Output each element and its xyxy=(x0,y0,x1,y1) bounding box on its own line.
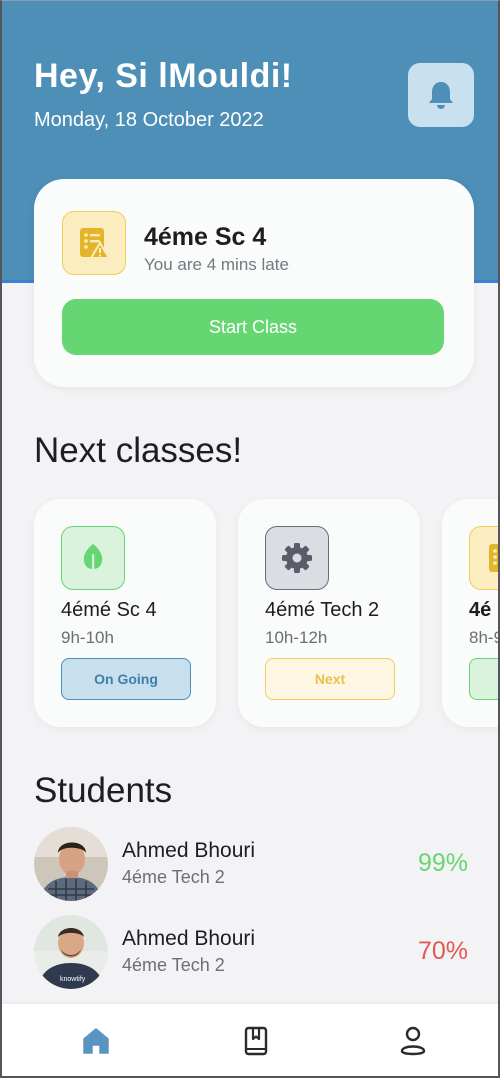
student-class: 4éme Tech 2 xyxy=(122,955,225,975)
nav-home[interactable] xyxy=(79,1024,113,1058)
date-label: Monday, 18 October 2022 xyxy=(34,109,264,131)
current-class-status: You are 4 mins late xyxy=(144,255,289,274)
class-time: 8h-9 xyxy=(469,628,500,647)
class-name: 4é xyxy=(469,599,492,621)
status-badge: On Going xyxy=(61,658,191,700)
class-time: 9h-10h xyxy=(61,628,114,647)
current-class-icon-box xyxy=(62,211,126,275)
student-row[interactable]: Ahmed Bhouri 4éme Tech 2 99% xyxy=(34,827,474,903)
avatar xyxy=(34,827,108,901)
student-score: 70% xyxy=(417,937,468,965)
greeting-title: Hey, Si lMouldi! xyxy=(34,57,293,95)
app-screen: Hey, Si lMouldi! Monday, 18 October 2022… xyxy=(0,0,500,1078)
nav-profile[interactable] xyxy=(396,1024,430,1058)
class-time: 10h-12h xyxy=(265,628,328,647)
students-title: Students xyxy=(34,771,173,810)
current-class-card: 4éme Sc 4 You are 4 mins late Start Clas… xyxy=(34,179,474,387)
current-class-title: 4éme Sc 4 xyxy=(144,223,267,251)
bell-icon xyxy=(429,82,453,109)
bottom-nav xyxy=(2,1004,498,1076)
svg-text:knowtify: knowtify xyxy=(60,976,86,983)
gear-icon xyxy=(282,543,312,573)
home-icon xyxy=(83,1028,109,1054)
notification-button[interactable] xyxy=(408,63,474,127)
student-row[interactable]: knowtify Ahmed Bhouri 4éme Tech 2 70% xyxy=(34,915,474,991)
class-name: 4émé Tech 2 xyxy=(265,599,380,621)
start-class-button[interactable]: Start Class xyxy=(62,299,444,355)
next-classes-title: Next classes! xyxy=(34,431,243,470)
student-name: Ahmed Bhouri xyxy=(122,927,256,950)
checklist-warning-icon xyxy=(80,228,111,259)
class-icon-box xyxy=(265,526,329,590)
class-icon-box xyxy=(61,526,125,590)
profile-icon xyxy=(400,1026,426,1056)
class-name: 4émé Sc 4 xyxy=(61,599,157,621)
student-name: Ahmed Bhouri xyxy=(122,839,256,862)
class-icon-box xyxy=(469,526,498,590)
nav-book[interactable] xyxy=(239,1024,273,1058)
checklist-icon xyxy=(489,544,498,572)
book-icon xyxy=(244,1026,268,1056)
class-card[interactable]: 4émé Tech 2 10h-12h Next xyxy=(238,499,420,727)
status-badge: Next xyxy=(265,658,395,700)
avatar: knowtify xyxy=(34,915,108,989)
status-badge xyxy=(469,658,498,700)
class-card[interactable]: 4émé Sc 4 9h-10h On Going xyxy=(34,499,216,727)
leaf-icon xyxy=(83,544,103,572)
student-class: 4éme Tech 2 xyxy=(122,867,225,887)
class-card[interactable]: 4é 8h-9 xyxy=(442,499,500,727)
student-score: 99% xyxy=(417,849,468,877)
